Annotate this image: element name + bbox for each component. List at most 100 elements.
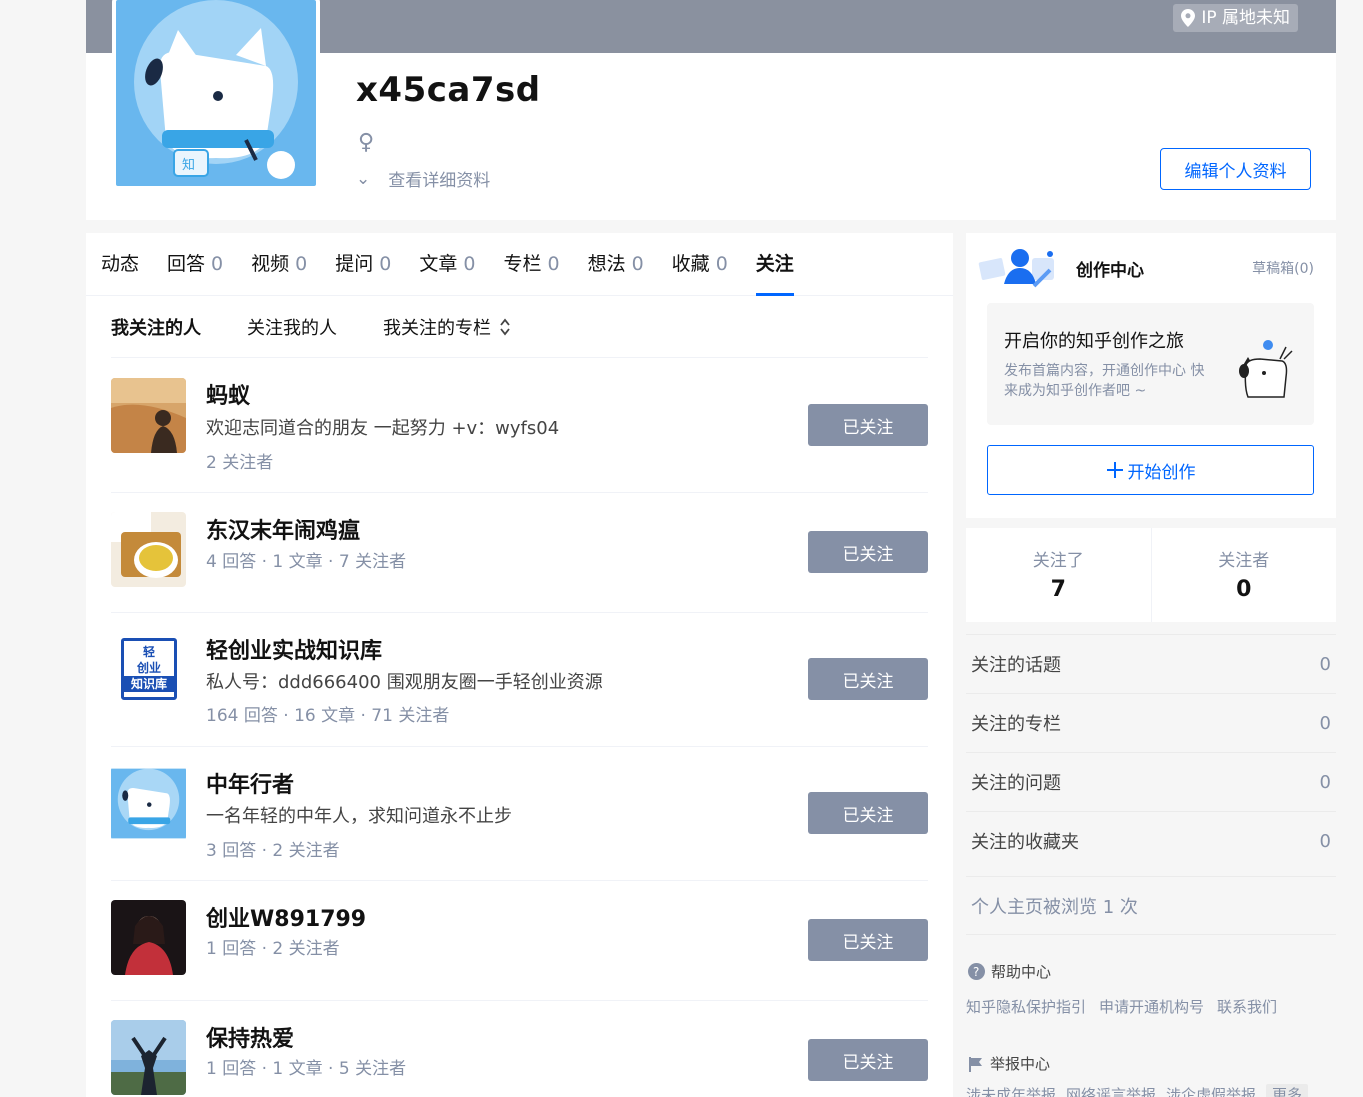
followed-button[interactable]: 已关注 <box>808 792 928 834</box>
followed-topics-row[interactable]: 关注的话题 0 <box>966 634 1336 693</box>
user-meta: 164 回答 · 16 文章 · 71 关注者 <box>206 706 450 726</box>
tab-label: 文章 <box>419 252 458 275</box>
mascot-dog-icon <box>1239 340 1293 398</box>
tab-count: 0 <box>211 252 224 275</box>
tab-asks[interactable]: 提问 0 <box>335 233 391 296</box>
chevron-down-icon: ⌄ <box>356 168 371 189</box>
rumor-report-link[interactable]: 网络谣言举报 <box>1066 1084 1156 1097</box>
creator-center-card: 创作中心 草稿箱(0) 开启你的知乎创作之旅 发布首篇内容，开通创作中心 快来成… <box>966 233 1336 518</box>
logo-text: 知识库 <box>123 676 175 692</box>
report-center-heading: 举报中心 <box>968 1053 1050 1074</box>
user-avatar[interactable] <box>111 378 186 453</box>
following-count[interactable]: 关注了 7 <box>966 528 1151 622</box>
tab-collections[interactable]: 收藏 0 <box>672 233 728 296</box>
followed-button[interactable]: 已关注 <box>808 658 928 700</box>
report-links: 涉未成年举报 网络谣言举报 涉企虚假举报 更多 <box>966 1084 1309 1097</box>
tab-columns[interactable]: 专栏 0 <box>503 233 559 296</box>
tab-videos[interactable]: 视频 0 <box>251 233 307 296</box>
tab-label: 专栏 <box>503 252 542 275</box>
flag-icon <box>969 1056 982 1072</box>
followed-button[interactable]: 已关注 <box>808 404 928 446</box>
question-circle-icon: ? <box>968 963 985 980</box>
logo-text: 轻 <box>142 645 155 659</box>
followed-button[interactable]: 已关注 <box>808 919 928 961</box>
tab-label: 收藏 <box>671 252 710 275</box>
more-reports-link[interactable]: 更多 <box>1266 1084 1309 1097</box>
creator-intro-desc: 发布首篇内容，开通创作中心 快来成为知乎创作者吧 ~ <box>1004 363 1205 399</box>
following-list: 蚂蚁 欢迎志同道合的朋友 一起努力 +v：wyfs04 2 关注者 已关注 东汉… <box>111 358 928 1097</box>
following-count-value: 7 <box>1050 577 1066 602</box>
contact-us-link[interactable]: 联系我们 <box>1217 996 1277 1017</box>
tab-answers[interactable]: 回答 0 <box>167 233 223 296</box>
drafts-link[interactable]: 草稿箱(0) <box>1252 258 1314 278</box>
help-center-title: 帮助中心 <box>991 963 1052 981</box>
subtab-label: 我关注的专栏 <box>383 317 491 339</box>
user-meta: 1 回答 · 2 关注者 <box>206 939 340 959</box>
list-item: 中年行者 一名年轻的中年人，求知问道永不止步 3 回答 · 2 关注者 已关注 <box>111 747 928 881</box>
tab-count: 0 <box>295 252 308 275</box>
user-avatar[interactable] <box>111 766 186 841</box>
followed-columns-row[interactable]: 关注的专栏 0 <box>966 693 1336 752</box>
profile-avatar[interactable]: 知 <box>112 0 320 190</box>
edit-profile-button[interactable]: 编辑个人资料 <box>1160 148 1311 190</box>
ip-location-badge: IP 属地未知 <box>1173 4 1298 32</box>
privacy-guide-link[interactable]: 知乎隐私保护指引 <box>966 996 1086 1017</box>
sort-arrows-icon <box>500 318 510 335</box>
creator-center-title: 创作中心 <box>1076 260 1144 281</box>
subtab-following-columns[interactable]: 我关注的专栏 <box>383 314 511 340</box>
female-gender-icon: ♀ <box>358 130 375 155</box>
user-avatar[interactable]: 轻 创业 知识库 <box>111 632 186 707</box>
tab-pins[interactable]: 想法 0 <box>588 233 644 296</box>
followed-questions-row[interactable]: 关注的问题 0 <box>966 752 1336 811</box>
minor-report-link[interactable]: 涉未成年举报 <box>966 1084 1056 1097</box>
user-bio: 一名年轻的中年人，求知问道永不止步 <box>206 806 512 827</box>
user-avatar[interactable] <box>111 900 186 975</box>
subtab-following-people[interactable]: 我关注的人 <box>111 314 201 340</box>
followers-count[interactable]: 关注者 0 <box>1150 528 1337 622</box>
profile-tabs: 动态 回答 0 视频 0 提问 0 文章 0 专栏 0 想法 0 收藏 0 关注 <box>86 233 953 296</box>
list-item: 蚂蚁 欢迎志同道合的朋友 一起努力 +v：wyfs04 2 关注者 已关注 <box>111 358 928 493</box>
main-content: 动态 回答 0 视频 0 提问 0 文章 0 专栏 0 想法 0 收藏 0 关注 我关注的人 … <box>86 233 953 1097</box>
profile-username: x45ca7sd <box>356 70 541 110</box>
list-item: 保持热爱 1 回答 · 1 文章 · 5 关注者 已关注 <box>111 1001 928 1097</box>
tab-label: 想法 <box>587 252 626 275</box>
row-count: 0 <box>1319 830 1331 852</box>
tab-label: 提问 <box>335 252 374 275</box>
followers-count-label: 关注者 <box>1218 551 1270 571</box>
followed-collections-row[interactable]: 关注的收藏夹 0 <box>966 811 1336 870</box>
default-avatar-dog-image: 知 <box>116 0 316 186</box>
followed-button[interactable]: 已关注 <box>808 531 928 573</box>
logo-text: 创业 <box>136 661 161 675</box>
subtab-followers[interactable]: 关注我的人 <box>247 314 337 340</box>
list-item: 东汉末年闹鸡瘟 4 回答 · 1 文章 · 7 关注者 已关注 <box>111 493 928 613</box>
tab-following[interactable]: 关注 <box>755 233 794 296</box>
tab-articles[interactable]: 文章 0 <box>419 233 475 296</box>
user-avatar[interactable] <box>111 512 186 587</box>
user-name[interactable]: 保持热爱 <box>206 1021 294 1053</box>
row-label: 关注的收藏夹 <box>971 832 1079 853</box>
list-item: 创业W891799 1 回答 · 2 关注者 已关注 <box>111 881 928 1001</box>
profile-header: IP 属地未知 知 x45ca7sd ♀ ⌄ 查看详细资料 编辑个人资料 <box>86 0 1336 220</box>
user-avatar[interactable] <box>111 1020 186 1095</box>
svg-text:知: 知 <box>182 157 195 173</box>
view-details-link[interactable]: ⌄ 查看详细资料 <box>356 166 490 192</box>
user-name[interactable]: 创业W891799 <box>206 901 366 933</box>
user-name[interactable]: 东汉末年闹鸡瘟 <box>206 513 360 545</box>
fake-enterprise-report-link[interactable]: 涉企虚假举报 <box>1166 1084 1256 1097</box>
followed-button[interactable]: 已关注 <box>808 1039 928 1081</box>
tab-count: 0 <box>547 252 560 275</box>
location-pin-icon <box>1181 9 1196 27</box>
start-creating-button[interactable]: 开始创作 <box>987 445 1314 495</box>
user-name[interactable]: 轻创业实战知识库 <box>206 633 382 665</box>
ip-location-text: IP 属地未知 <box>1201 8 1290 28</box>
apply-org-account-link[interactable]: 申请开通机构号 <box>1099 996 1204 1017</box>
row-label: 关注的话题 <box>971 655 1061 676</box>
row-count: 0 <box>1319 771 1331 793</box>
tab-activities[interactable]: 动态 <box>101 233 139 296</box>
user-name[interactable]: 蚂蚁 <box>206 378 250 410</box>
tab-count: 0 <box>379 252 392 275</box>
help-center-heading: ? 帮助中心 <box>968 961 1051 982</box>
profile-views-count: 个人主页被浏览 1 次 <box>966 876 1336 935</box>
user-name[interactable]: 中年行者 <box>206 767 294 799</box>
user-bio: 私人号：ddd666400 围观朋友圈一手轻创业资源 <box>206 672 603 693</box>
